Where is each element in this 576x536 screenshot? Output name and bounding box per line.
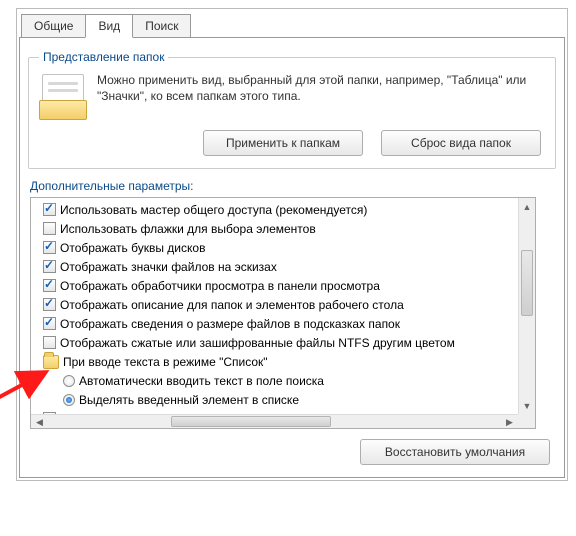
tree-item-2[interactable]: Отображать буквы дисков — [35, 238, 517, 257]
scrollbar-corner — [518, 414, 535, 428]
advanced-settings-tree: Использовать мастер общего доступа (реко… — [30, 197, 536, 429]
folder-views-description: Можно применить вид, выбранный для этой … — [97, 72, 545, 104]
checkbox-icon[interactable] — [43, 203, 56, 216]
checkbox-icon[interactable] — [43, 241, 56, 254]
tree-item-label: Отображать описание для папок и элементо… — [60, 298, 404, 312]
tree-item-5[interactable]: Отображать описание для папок и элементо… — [35, 295, 517, 314]
tab-body-view: Представление папок Можно применить вид,… — [19, 37, 565, 478]
folder-views-group: Представление папок Можно применить вид,… — [28, 50, 556, 169]
tab-view[interactable]: Вид — [85, 14, 133, 38]
tree-item-4[interactable]: Отображать обработчики просмотра в панел… — [35, 276, 517, 295]
horizontal-scrollbar[interactable]: ◀ ▶ — [31, 414, 535, 428]
apply-to-folders-button[interactable]: Применить к папкам — [203, 130, 363, 156]
folder-preview-icon — [39, 72, 87, 120]
tree-item-label: Отображать значки файлов на эскизах — [60, 260, 277, 274]
scroll-down-icon[interactable]: ▼ — [519, 397, 535, 414]
vertical-scrollbar[interactable]: ▲ ▼ — [518, 198, 535, 414]
tree-item-7[interactable]: Отображать сжатые или зашифрованные файл… — [35, 333, 517, 352]
tree-item-0[interactable]: Использовать мастер общего доступа (реко… — [35, 200, 517, 219]
tree-item-label: Отображать сведения о размере файлов в п… — [60, 317, 400, 331]
folder-icon — [43, 355, 59, 369]
tree-item-3[interactable]: Отображать значки файлов на эскизах — [35, 257, 517, 276]
tree-item-8: При вводе текста в режиме "Список" — [35, 352, 517, 371]
checkbox-icon[interactable] — [43, 260, 56, 273]
tree-item-label: Автоматически вводить текст в поле поиск… — [79, 374, 324, 388]
checkbox-icon[interactable] — [43, 336, 56, 349]
scroll-right-icon[interactable]: ▶ — [501, 415, 518, 429]
tree-item-6[interactable]: Отображать сведения о размере файлов в п… — [35, 314, 517, 333]
tree-viewport: Использовать мастер общего доступа (реко… — [31, 198, 517, 414]
checkbox-icon[interactable] — [43, 222, 56, 235]
tree-item-label: Выделять введенный элемент в списке — [79, 393, 299, 407]
horizontal-scroll-thumb[interactable] — [171, 416, 331, 427]
checkbox-icon[interactable] — [43, 298, 56, 311]
checkbox-icon[interactable] — [43, 317, 56, 330]
tree-item-9[interactable]: Автоматически вводить текст в поле поиск… — [35, 371, 517, 390]
tree-item-label: Использовать мастер общего доступа (реко… — [60, 203, 367, 217]
tree-item-label: При вводе текста в режиме "Список" — [63, 355, 268, 369]
vertical-scroll-thumb[interactable] — [521, 250, 533, 316]
tree-item-label: Отображать обработчики просмотра в панел… — [60, 279, 380, 293]
radio-icon[interactable] — [63, 375, 75, 387]
tree-item-label: Использовать флажки для выбора элементов — [60, 222, 316, 236]
tab-search[interactable]: Поиск — [132, 14, 191, 38]
advanced-settings-label: Дополнительные параметры: — [30, 179, 556, 193]
folder-views-legend: Представление папок — [39, 50, 168, 64]
tree-item-1[interactable]: Использовать флажки для выбора элементов — [35, 219, 517, 238]
scroll-up-icon[interactable]: ▲ — [519, 198, 535, 215]
tab-strip: Общие Вид Поиск — [21, 14, 565, 38]
folder-options-dialog: Общие Вид Поиск Представление папок Можн… — [16, 8, 568, 481]
restore-defaults-button[interactable]: Восстановить умолчания — [360, 439, 550, 465]
checkbox-icon[interactable] — [43, 279, 56, 292]
reset-folders-button[interactable]: Сброс вида папок — [381, 130, 541, 156]
tree-item-label: Отображать сжатые или зашифрованные файл… — [60, 336, 455, 350]
tree-item-10[interactable]: Выделять введенный элемент в списке — [35, 390, 517, 409]
scroll-left-icon[interactable]: ◀ — [31, 415, 48, 429]
tab-general[interactable]: Общие — [21, 14, 86, 38]
radio-icon[interactable] — [63, 394, 75, 406]
tree-item-label: Отображать буквы дисков — [60, 241, 205, 255]
